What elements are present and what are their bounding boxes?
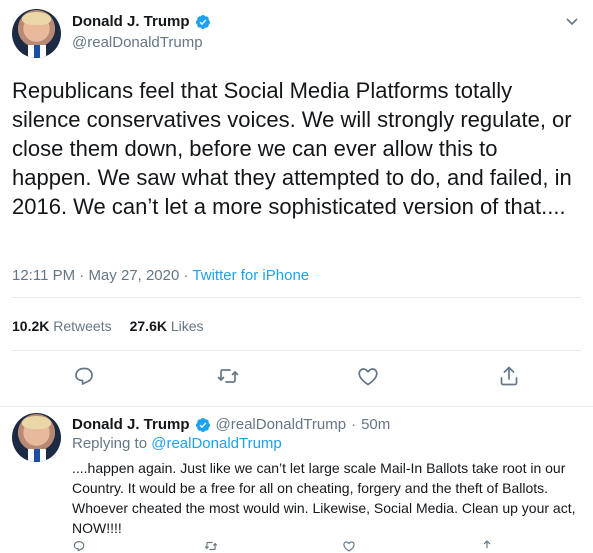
author-handle[interactable]: @realDonaldTrump: [72, 34, 203, 51]
likes-count: 27.6K: [129, 318, 167, 334]
meta-separator: ·: [79, 267, 85, 284]
reply-author-handle[interactable]: @realDonaldTrump: [216, 416, 347, 433]
divider: [12, 350, 581, 351]
tweet-text: Republicans feel that Social Media Platf…: [12, 78, 572, 219]
retweets-stat[interactable]: 10.2K Retweets: [12, 318, 112, 334]
likes-label: Likes: [170, 318, 204, 334]
reply-author-name[interactable]: Donald J. Trump: [72, 416, 190, 433]
divider: [12, 297, 581, 298]
retweet-icon[interactable]: [216, 364, 240, 388]
tweet-time[interactable]: 12:11 PM: [12, 267, 75, 284]
focused-tweet: Donald J. Trump @realDonaldTrump Republi…: [0, 0, 593, 407]
replying-prefix: Replying to: [72, 435, 148, 452]
retweet-icon[interactable]: [204, 539, 218, 553]
chevron-down-icon[interactable]: [565, 14, 579, 28]
retweets-count: 10.2K: [12, 318, 50, 334]
reply-age[interactable]: 50m: [361, 416, 390, 433]
verified-badge-icon: [195, 417, 210, 432]
replying-to-link[interactable]: @realDonaldTrump: [151, 435, 282, 452]
retweets-label: Retweets: [53, 318, 112, 334]
meta-separator: ·: [351, 416, 357, 433]
tweet-date[interactable]: May 27, 2020: [88, 267, 179, 284]
share-icon[interactable]: [480, 539, 494, 553]
tweet-actions: [0, 364, 593, 388]
heart-icon[interactable]: [356, 364, 380, 388]
reply-actions: [72, 539, 502, 552]
meta-separator: ·: [183, 267, 189, 284]
tweet-meta: 12:11 PM · May 27, 2020 · Twitter for iP…: [12, 267, 309, 284]
tweet-source-link[interactable]: Twitter for iPhone: [192, 267, 309, 284]
heart-icon[interactable]: [342, 539, 356, 553]
reply-author-row: Donald J. Trump @realDonaldTrump · 50m: [72, 416, 390, 433]
avatar[interactable]: [12, 413, 61, 462]
verified-badge-icon: [195, 14, 210, 29]
likes-stat[interactable]: 27.6K Likes: [130, 318, 204, 334]
avatar[interactable]: [12, 9, 61, 58]
author-name[interactable]: Donald J. Trump: [72, 13, 190, 30]
reply-icon[interactable]: [72, 364, 96, 388]
reply-text: ....happen again. Just like we can’t let…: [72, 460, 576, 536]
reply-icon[interactable]: [72, 539, 86, 553]
engagement-counts: 10.2K Retweets 27.6K Likes: [12, 318, 204, 334]
replying-to: Replying to @realDonaldTrump: [72, 435, 282, 452]
reply-tweet[interactable]: Donald J. Trump @realDonaldTrump · 50m R…: [0, 406, 593, 552]
author-row: Donald J. Trump: [72, 13, 211, 30]
share-icon[interactable]: [497, 364, 521, 388]
